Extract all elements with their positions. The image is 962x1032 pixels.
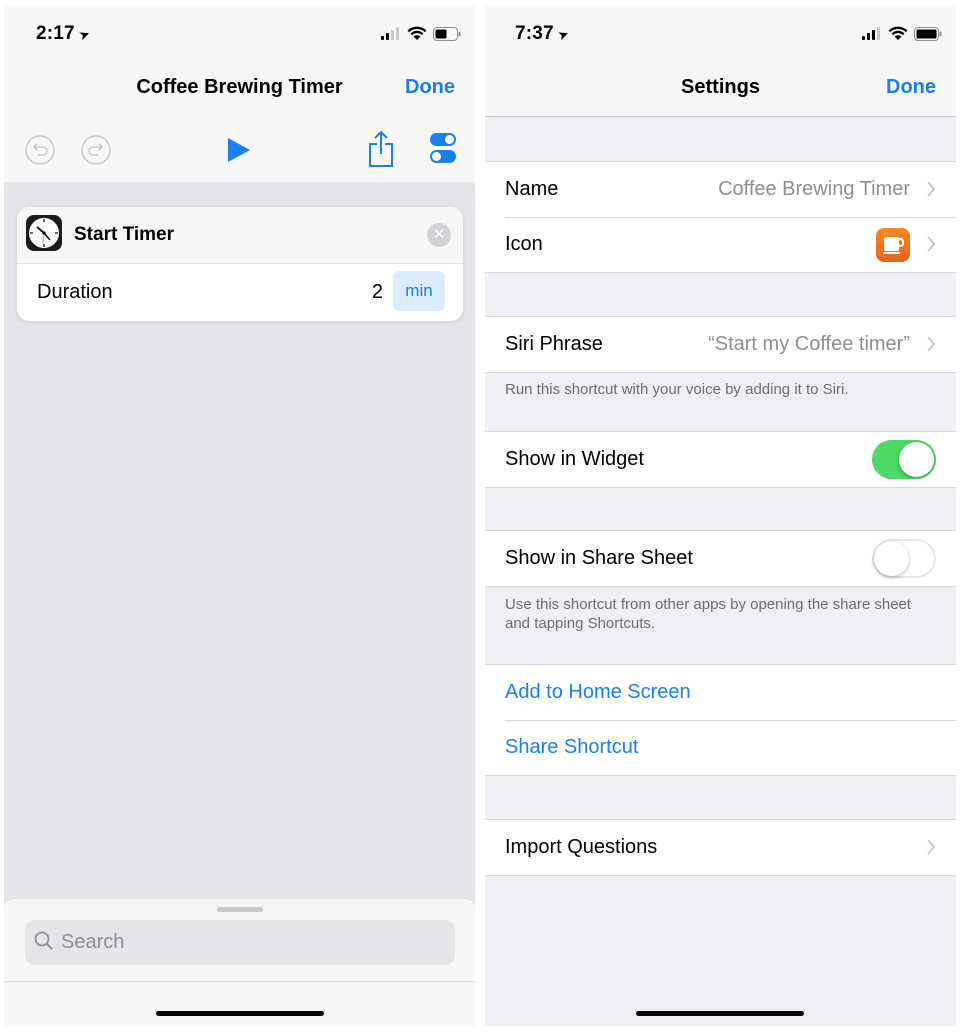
- wifi-icon: [407, 26, 427, 40]
- search-icon: [34, 931, 53, 950]
- action-title: Start Timer: [74, 224, 174, 245]
- actions-bottom-sheet: Search: [4, 898, 475, 1026]
- home-indicator: [156, 1011, 324, 1016]
- done-button[interactable]: Done: [405, 76, 455, 99]
- show-in-share-sheet-toggle[interactable]: [872, 539, 936, 578]
- share-button[interactable]: [368, 130, 394, 173]
- location-arrow-icon: ➤: [555, 25, 571, 44]
- undo-icon: [25, 135, 55, 165]
- status-time: 7:37 ➤: [515, 23, 571, 45]
- settings-toggle-icon: [430, 133, 456, 163]
- undo-button[interactable]: [24, 134, 56, 171]
- close-icon: ✕: [432, 226, 446, 243]
- widget-group: Show in Widget: [485, 431, 956, 488]
- status-time-text: 2:17: [36, 23, 75, 44]
- icon-label: Icon: [505, 233, 543, 255]
- chevron-right-icon: [927, 336, 936, 352]
- import-group: Import Questions: [485, 819, 956, 876]
- siri-phrase-value: “Start my Coffee timer”: [708, 333, 910, 355]
- wifi-icon: [888, 26, 908, 40]
- shortcut-editor-screen: 2:17 ➤ Coffee Brewing Timer Done Start T…: [4, 6, 475, 1026]
- signal-icon: [862, 27, 880, 40]
- name-value: Coffee Brewing Timer: [718, 178, 910, 200]
- siri-phrase-label: Siri Phrase: [505, 333, 603, 355]
- show-in-share-sheet-label: Show in Share Sheet: [505, 547, 693, 569]
- play-button[interactable]: [226, 136, 252, 169]
- import-questions-row[interactable]: Import Questions: [485, 820, 956, 875]
- settings-header: 7:37 ➤ Settings Done: [485, 6, 956, 117]
- battery-icon: [433, 26, 461, 41]
- add-to-home-screen-row[interactable]: Add to Home Screen: [485, 665, 956, 720]
- chevron-right-icon: [927, 236, 936, 252]
- settings-screen: 7:37 ➤ Settings Done Name Coffee Brewing …: [485, 6, 956, 1026]
- duration-label: Duration: [37, 281, 113, 303]
- siri-phrase-row[interactable]: Siri Phrase “Start my Coffee timer”: [485, 317, 956, 372]
- chevron-right-icon: [927, 839, 936, 855]
- settings-button[interactable]: [429, 132, 457, 169]
- links-group: Add to Home Screen Share Shortcut: [485, 664, 956, 776]
- add-to-home-screen-link[interactable]: Add to Home Screen: [505, 681, 691, 704]
- start-timer-action[interactable]: Start Timer ✕ Duration 2 min: [17, 207, 463, 321]
- sheet-grabber[interactable]: [217, 907, 263, 912]
- status-bar: 2:17 ➤: [4, 6, 475, 58]
- remove-action-button[interactable]: ✕: [427, 223, 451, 247]
- home-indicator: [636, 1011, 804, 1016]
- toggle-knob: [874, 541, 909, 576]
- import-questions-label: Import Questions: [505, 836, 658, 858]
- share-shortcut-row[interactable]: Share Shortcut: [485, 720, 956, 775]
- editor-header: 2:17 ➤ Coffee Brewing Timer Done: [4, 6, 475, 182]
- toggle-knob: [899, 442, 934, 477]
- share-shortcut-link[interactable]: Share Shortcut: [505, 736, 638, 759]
- coffee-cup-icon: [876, 228, 910, 262]
- status-icons: [381, 26, 461, 41]
- show-in-share-sheet-row: Show in Share Sheet: [485, 531, 956, 586]
- redo-icon: [81, 135, 111, 165]
- duration-unit-button[interactable]: min: [393, 271, 445, 311]
- show-in-widget-label: Show in Widget: [505, 448, 644, 470]
- editor-toolbar: [4, 130, 475, 178]
- share-sheet-group: Show in Share Sheet: [485, 530, 956, 587]
- siri-group: Siri Phrase “Start my Coffee timer”: [485, 316, 956, 373]
- siri-footer: Run this shortcut with your voice by add…: [505, 381, 849, 398]
- status-bar: 7:37 ➤: [485, 6, 956, 58]
- status-time: 2:17 ➤: [36, 23, 92, 45]
- name-label: Name: [505, 178, 559, 200]
- signal-icon: [381, 27, 399, 40]
- search-input[interactable]: Search: [25, 920, 455, 965]
- chevron-right-icon: [927, 181, 936, 197]
- name-row[interactable]: Name Coffee Brewing Timer: [485, 162, 956, 217]
- name-icon-group: Name Coffee Brewing Timer Icon: [485, 161, 956, 273]
- icon-row[interactable]: Icon: [485, 217, 956, 272]
- duration-value[interactable]: 2: [372, 281, 383, 304]
- show-in-widget-toggle[interactable]: [872, 440, 936, 479]
- redo-button[interactable]: [80, 134, 112, 171]
- done-button[interactable]: Done: [886, 76, 936, 99]
- search-placeholder: Search: [61, 931, 125, 953]
- show-in-widget-row: Show in Widget: [485, 432, 956, 487]
- divider: [4, 981, 475, 982]
- status-icons: [862, 26, 942, 41]
- action-header: Start Timer ✕: [17, 207, 463, 264]
- status-time-text: 7:37: [515, 23, 554, 44]
- play-icon: [228, 138, 250, 162]
- share-icon: [369, 130, 393, 167]
- battery-icon: [914, 26, 942, 41]
- clock-icon: [26, 215, 62, 251]
- location-arrow-icon: ➤: [76, 25, 92, 44]
- share-sheet-footer: Use this shortcut from other apps by ope…: [505, 596, 912, 632]
